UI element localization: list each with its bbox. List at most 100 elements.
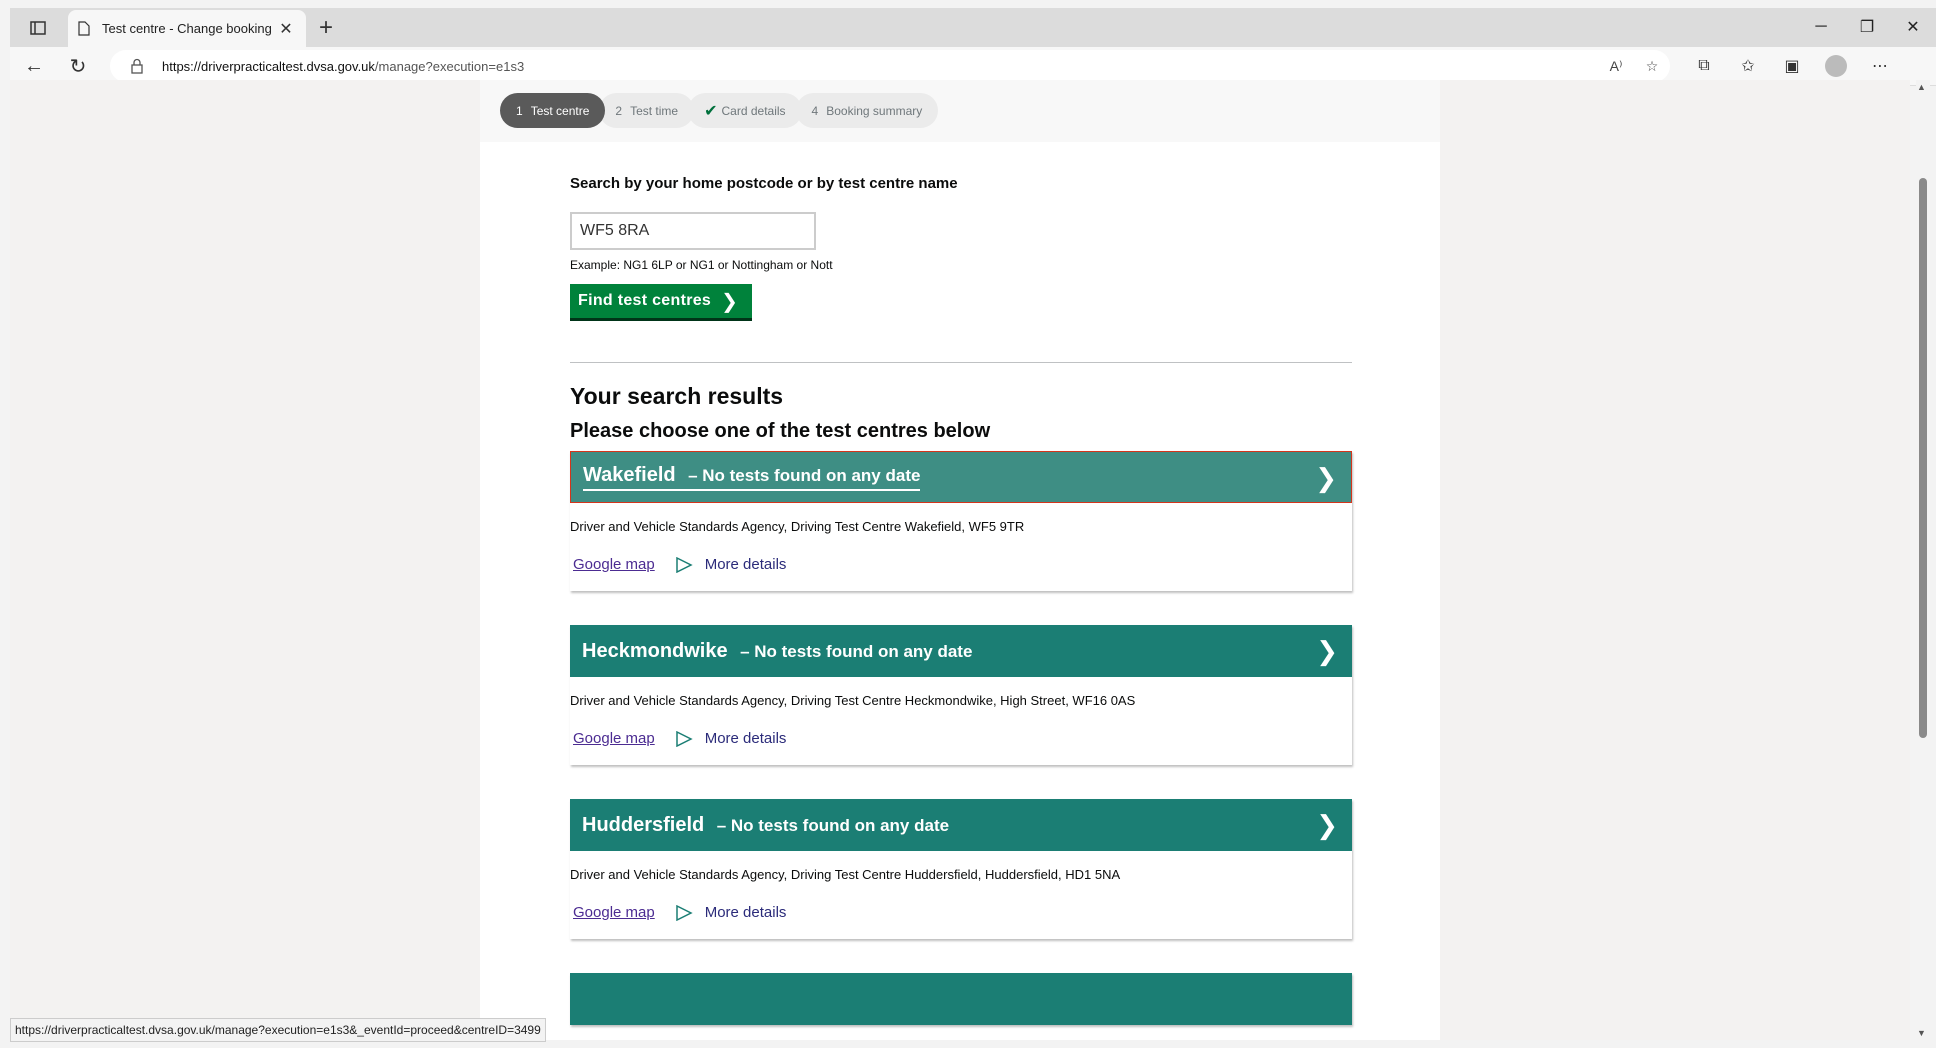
browser-window: Test centre - Change booking ✕ + ─ ❐ ✕ ←… <box>0 0 1936 1048</box>
check-icon: ✔ <box>704 102 718 120</box>
scroll-up-icon[interactable]: ▲ <box>1917 82 1926 92</box>
page-content: 1 Test centre 2 Test time ✔ Card details… <box>480 80 1440 1040</box>
results-subheading: Please choose one of the test centres be… <box>570 420 991 442</box>
lock-icon <box>131 58 143 74</box>
back-button[interactable]: ← <box>18 52 50 80</box>
url-host: https://driverpracticaltest.dvsa.gov.uk <box>162 58 375 74</box>
tab-title: Test centre - Change booking <box>102 21 272 36</box>
more-details-link[interactable]: More details <box>705 904 787 921</box>
browser-toolbar: ⧉ ✩ ▣ ⋯ <box>1682 52 1902 80</box>
chevron-right-icon: ❯ <box>1316 810 1338 840</box>
centre-select-link[interactable] <box>570 973 1352 1025</box>
favorite-button[interactable]: ☆ <box>1638 54 1666 78</box>
page-icon <box>78 21 90 36</box>
address-bar[interactable]: https://driverpracticaltest.dvsa.gov.uk/… <box>110 50 1670 82</box>
page-viewport: 1 Test centre 2 Test time ✔ Card details… <box>10 80 1910 1040</box>
avatar <box>1825 55 1847 77</box>
centre-status: – No tests found on any date <box>716 815 950 835</box>
refresh-icon: ↻ <box>69 55 87 78</box>
minimize-button[interactable]: ─ <box>1798 12 1844 42</box>
search-input[interactable]: WF5 8RA <box>570 212 816 250</box>
centre-card: Wakefield – No tests found on any date ❯… <box>570 451 1352 591</box>
collections-icon: ▣ <box>1784 58 1800 75</box>
centre-select-link[interactable]: Huddersfield – No tests found on any dat… <box>570 799 1352 851</box>
read-aloud-button[interactable]: A⁾ <box>1602 54 1630 78</box>
search-section: Search by your home postcode or by test … <box>570 175 1352 1040</box>
restore-button[interactable]: ❐ <box>1844 12 1890 42</box>
window-controls: ─ ❐ ✕ <box>1798 12 1936 42</box>
find-button-label: Find test centres <box>578 292 712 309</box>
centre-title: Huddersfield – No tests found on any dat… <box>582 814 949 837</box>
centre-address: Driver and Vehicle Standards Agency, Dri… <box>570 693 1136 708</box>
centre-name: Huddersfield <box>582 813 705 836</box>
centre-status: – No tests found on any date <box>688 465 921 485</box>
centre-card: Huddersfield – No tests found on any dat… <box>570 799 1352 939</box>
centre-select-link[interactable]: Wakefield – No tests found on any date ❯ <box>570 451 1352 503</box>
step-test-centre: 1 Test centre <box>500 93 606 128</box>
search-label: Search by your home postcode or by test … <box>570 175 958 192</box>
close-icon: ✕ <box>1906 19 1920 36</box>
ellipsis-icon: ⋯ <box>1872 58 1888 75</box>
extensions-button[interactable]: ⧉ <box>1682 52 1726 80</box>
favorites-button[interactable]: ✩ <box>1726 52 1770 80</box>
scrollbar-thumb[interactable] <box>1919 178 1927 738</box>
step-card-details: ✔ Card details <box>688 93 802 128</box>
play-triangle-icon <box>675 730 693 747</box>
centre-card <box>570 973 1352 1025</box>
search-hint: Example: NG1 6LP or NG1 or Nottingham or… <box>570 258 833 272</box>
results-heading: Your search results <box>570 383 784 409</box>
google-map-link[interactable]: Google map <box>573 730 655 747</box>
step-number: 4 <box>811 103 819 118</box>
step-label: Test time <box>630 103 679 118</box>
step-label: Card details <box>721 103 786 118</box>
star-plus-icon: ☆ <box>1645 57 1659 74</box>
tab-actions-button[interactable] <box>20 13 56 43</box>
find-test-centres-button[interactable]: Find test centres ❯ <box>570 284 753 318</box>
centre-card: Heckmondwike – No tests found on any dat… <box>570 625 1352 765</box>
chevron-right-icon: ❯ <box>1316 636 1338 666</box>
play-triangle-icon <box>675 556 693 573</box>
step-test-time: 2 Test time <box>599 93 695 128</box>
tab-strip: Test centre - Change booking ✕ + ─ ❐ ✕ <box>10 8 1936 47</box>
step-number: 2 <box>615 103 623 118</box>
puzzle-icon: ⧉ <box>1698 57 1710 74</box>
centre-list: Wakefield – No tests found on any date ❯… <box>570 451 1352 1025</box>
link-status-bar: https://driverpracticaltest.dvsa.gov.uk/… <box>10 1018 546 1042</box>
back-arrow-icon: ← <box>24 54 44 77</box>
step-label: Booking summary <box>826 103 923 118</box>
vertical-scrollbar[interactable]: ▲ ▼ <box>1916 80 1930 1040</box>
collections-button[interactable]: ▣ <box>1770 52 1814 80</box>
centre-name: Wakefield <box>583 463 676 486</box>
more-details-link[interactable]: More details <box>705 556 787 573</box>
close-window-button[interactable]: ✕ <box>1890 12 1936 42</box>
centre-title: Wakefield – No tests found on any date <box>583 463 921 491</box>
restore-icon: ❐ <box>1859 19 1875 36</box>
google-map-link[interactable]: Google map <box>573 556 655 573</box>
profile-button[interactable] <box>1814 52 1858 80</box>
browser-tab[interactable]: Test centre - Change booking ✕ <box>68 10 306 47</box>
chevron-right-icon: ❯ <box>1315 463 1337 493</box>
centre-select-link[interactable]: Heckmondwike – No tests found on any dat… <box>570 625 1352 677</box>
centre-status: – No tests found on any date <box>740 641 973 661</box>
settings-menu-button[interactable]: ⋯ <box>1858 52 1902 80</box>
refresh-button[interactable]: ↻ <box>62 52 94 80</box>
scroll-down-icon[interactable]: ▼ <box>1917 1028 1926 1038</box>
centre-address: Driver and Vehicle Standards Agency, Dri… <box>570 867 1121 882</box>
tab-actions-icon <box>30 21 46 35</box>
divider <box>570 362 1352 363</box>
step-booking-summary: 4 Booking summary <box>795 93 939 128</box>
more-details-link[interactable]: More details <box>705 730 787 747</box>
progress-steps: 1 Test centre 2 Test time ✔ Card details… <box>480 80 1440 142</box>
google-map-link[interactable]: Google map <box>573 904 655 921</box>
centre-address: Driver and Vehicle Standards Agency, Dri… <box>570 519 1025 534</box>
close-tab-icon[interactable]: ✕ <box>276 19 296 39</box>
favorites-icon: ✩ <box>1741 58 1755 75</box>
centre-title: Heckmondwike – No tests found on any dat… <box>582 640 972 663</box>
chevron-right-icon: ❯ <box>721 290 739 313</box>
url-text: https://driverpracticaltest.dvsa.gov.uk/… <box>162 59 524 74</box>
step-label: Test centre <box>530 103 590 118</box>
centre-name: Heckmondwike <box>582 639 728 662</box>
step-number: 1 <box>516 103 523 118</box>
read-aloud-icon: A⁾ <box>1609 57 1623 74</box>
new-tab-button[interactable]: + <box>312 14 340 42</box>
